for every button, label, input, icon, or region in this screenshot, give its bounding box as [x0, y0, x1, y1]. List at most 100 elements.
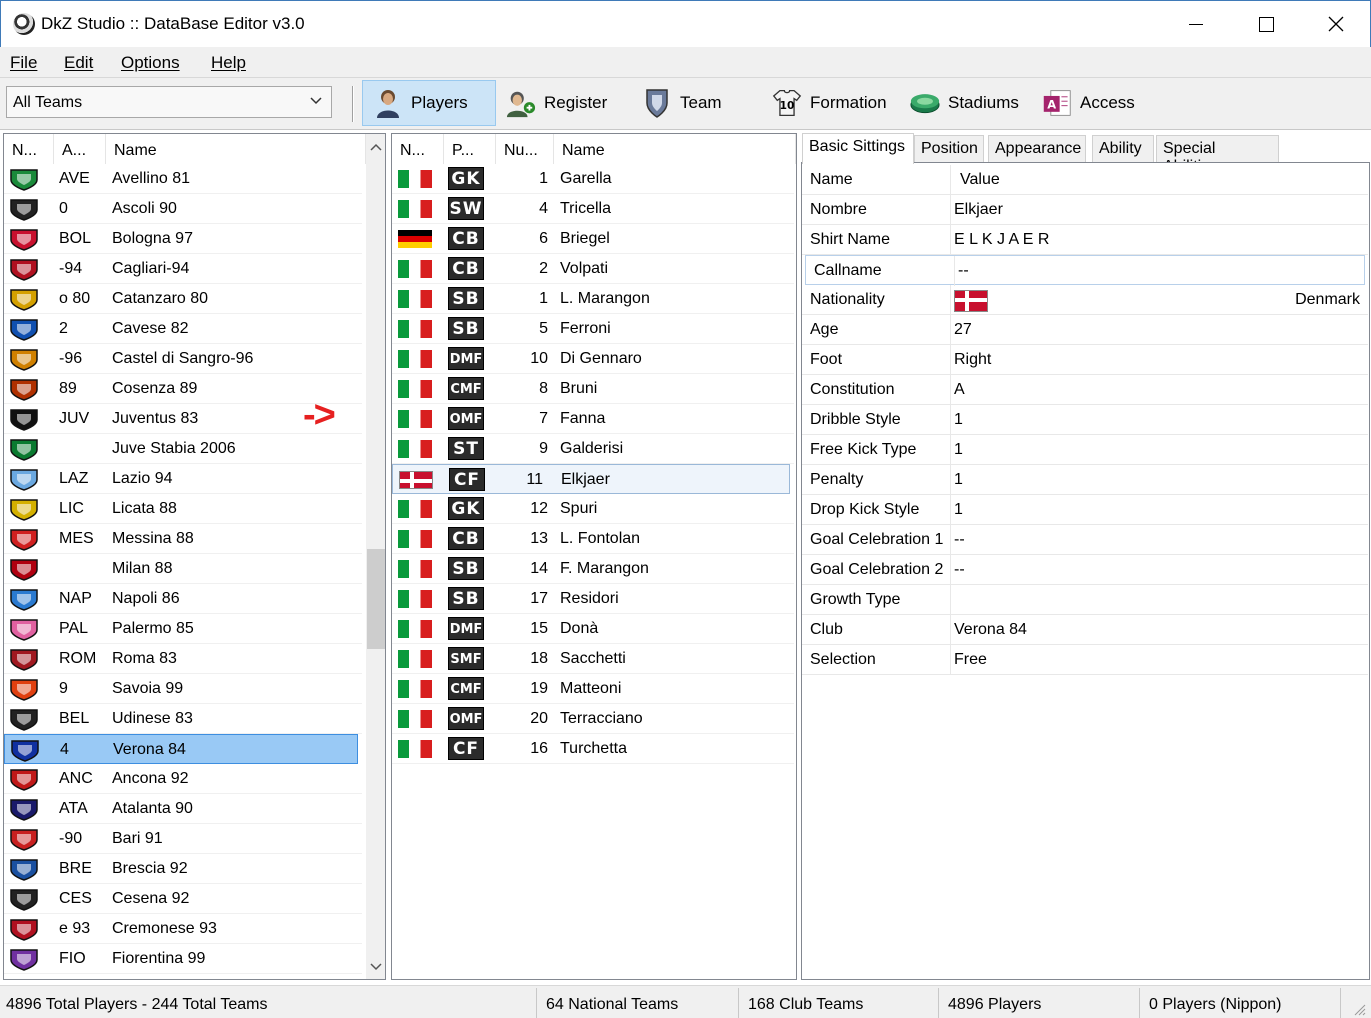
- minimize-button[interactable]: [1161, 1, 1231, 47]
- player-row[interactable]: CB 6 Briegel: [392, 224, 794, 254]
- resize-grip-icon[interactable]: [1352, 1002, 1366, 1016]
- teams-scroll-thumb[interactable]: [367, 549, 385, 649]
- player-row[interactable]: SB 17 Residori: [392, 584, 794, 614]
- register-button[interactable]: Register: [496, 80, 617, 126]
- team-row[interactable]: ATA Atalanta 90: [4, 794, 362, 824]
- nation-flag-icon: [398, 500, 432, 518]
- player-row[interactable]: SB 14 F. Marangon: [392, 554, 794, 584]
- tab-basic-sittings[interactable]: Basic Sittings: [802, 133, 914, 164]
- team-row[interactable]: 4 Verona 84: [4, 734, 358, 764]
- team-row[interactable]: BOL Bologna 97: [4, 224, 362, 254]
- players-col-number[interactable]: Nu...: [496, 134, 554, 164]
- team-filter-dropdown[interactable]: All Teams: [6, 86, 332, 118]
- property-row[interactable]: Nationality Denmark: [802, 285, 1368, 315]
- property-row[interactable]: Growth Type: [802, 585, 1368, 615]
- team-row[interactable]: o 80 Catanzaro 80: [4, 284, 362, 314]
- property-row[interactable]: Foot Right: [802, 345, 1368, 375]
- team-row[interactable]: -90 Bari 91: [4, 824, 362, 854]
- team-row[interactable]: LAZ Lazio 94: [4, 464, 362, 494]
- teams-list[interactable]: N... A... Name AVE Avellino 81 0 Ascoli 90 B…: [3, 133, 386, 980]
- player-row[interactable]: CMF 19 Matteoni: [392, 674, 794, 704]
- team-row[interactable]: 9 Savoia 99: [4, 674, 362, 704]
- teams-scrollbar[interactable]: [366, 134, 385, 979]
- stadiums-button[interactable]: Stadiums: [900, 80, 1029, 126]
- menu-file[interactable]: File: [10, 53, 37, 73]
- team-row[interactable]: MES Messina 88: [4, 524, 362, 554]
- player-row[interactable]: GK 1 Garella: [392, 164, 794, 194]
- team-row[interactable]: FIO Fiorentina 99: [4, 944, 362, 974]
- teams-col-abbr[interactable]: A...: [54, 134, 106, 164]
- team-name: Savoia 99: [112, 680, 184, 697]
- property-row[interactable]: Shirt Name E L K J A E R: [802, 225, 1368, 255]
- players-col-name[interactable]: Name: [554, 134, 796, 164]
- close-button[interactable]: [1301, 1, 1371, 47]
- player-row[interactable]: CMF 8 Bruni: [392, 374, 794, 404]
- tab-ability[interactable]: Ability: [1092, 135, 1154, 163]
- property-row[interactable]: Goal Celebration 2 --: [802, 555, 1368, 585]
- player-row[interactable]: OMF 7 Fanna: [392, 404, 794, 434]
- player-row[interactable]: DMF 15 Donà: [392, 614, 794, 644]
- team-row[interactable]: BRE Brescia 92: [4, 854, 362, 884]
- player-row[interactable]: CF 16 Turchetta: [392, 734, 794, 764]
- team-row[interactable]: PAL Palermo 85: [4, 614, 362, 644]
- player-row[interactable]: SW 4 Tricella: [392, 194, 794, 224]
- scroll-up-icon[interactable]: [370, 142, 382, 152]
- players-list[interactable]: N... P... Nu... Name GK 1 Garella SW 4 Tricel…: [391, 133, 797, 980]
- property-row[interactable]: Constitution A: [802, 375, 1368, 405]
- team-row[interactable]: AVE Avellino 81: [4, 164, 362, 194]
- team-name: Fiorentina 99: [112, 950, 206, 967]
- team-row[interactable]: e 93 Cremonese 93: [4, 914, 362, 944]
- player-row[interactable]: OMF 20 Terracciano: [392, 704, 794, 734]
- team-row[interactable]: NAP Napoli 86: [4, 584, 362, 614]
- team-row[interactable]: Milan 88: [4, 554, 362, 584]
- player-row[interactable]: SMF 18 Sacchetti: [392, 644, 794, 674]
- team-row[interactable]: -96 Castel di Sangro-96: [4, 344, 362, 374]
- player-row[interactable]: SB 1 L. Marangon: [392, 284, 794, 314]
- property-row[interactable]: Penalty 1: [802, 465, 1368, 495]
- menu-edit[interactable]: Edit: [64, 53, 93, 73]
- player-row[interactable]: SB 5 Ferroni: [392, 314, 794, 344]
- property-row[interactable]: Nombre Elkjaer: [802, 195, 1368, 225]
- property-row[interactable]: Goal Celebration 1 --: [802, 525, 1368, 555]
- team-row[interactable]: ANC Ancona 92: [4, 764, 362, 794]
- team-name: Verona 84: [113, 741, 186, 758]
- access-button[interactable]: A Access: [1032, 80, 1145, 126]
- scroll-down-icon[interactable]: [370, 962, 382, 972]
- tab-appearance[interactable]: Appearance: [988, 135, 1086, 163]
- team-row[interactable]: Juve Stabia 2006: [4, 434, 362, 464]
- players-col-position[interactable]: P...: [444, 134, 496, 164]
- menu-options[interactable]: Options: [121, 53, 180, 73]
- teams-col-nation[interactable]: N...: [4, 134, 54, 164]
- team-row[interactable]: 0 Ascoli 90: [4, 194, 362, 224]
- player-row[interactable]: CB 2 Volpati: [392, 254, 794, 284]
- team-row[interactable]: CES Cesena 92: [4, 884, 362, 914]
- property-row[interactable]: Callname --: [805, 255, 1365, 286]
- tab-special-abilities[interactable]: Special Abilities: [1156, 135, 1279, 175]
- team-row[interactable]: LIC Licata 88: [4, 494, 362, 524]
- property-row[interactable]: Dribble Style 1: [802, 405, 1368, 435]
- team-name: Milan 88: [112, 560, 173, 577]
- property-row[interactable]: Drop Kick Style 1: [802, 495, 1368, 525]
- players-button[interactable]: Players: [362, 80, 496, 126]
- property-row[interactable]: Age 27: [802, 315, 1368, 345]
- team-button[interactable]: Team: [632, 80, 732, 126]
- player-row[interactable]: CB 13 L. Fontolan: [392, 524, 794, 554]
- team-row[interactable]: 2 Cavese 82: [4, 314, 362, 344]
- menu-help[interactable]: Help: [211, 53, 246, 73]
- maximize-button[interactable]: [1231, 1, 1301, 47]
- players-col-nation[interactable]: N...: [392, 134, 444, 164]
- property-row[interactable]: Free Kick Type 1: [802, 435, 1368, 465]
- formation-button[interactable]: 10 Formation: [762, 80, 897, 126]
- team-row[interactable]: BEL Udinese 83: [4, 704, 362, 734]
- team-row[interactable]: -94 Cagliari-94: [4, 254, 362, 284]
- tab-position[interactable]: Position: [914, 135, 984, 163]
- property-row[interactable]: Club Verona 84: [802, 615, 1368, 645]
- player-row[interactable]: ST 9 Galderisi: [392, 434, 794, 464]
- player-row[interactable]: CF 11 Elkjaer: [392, 464, 790, 494]
- property-row[interactable]: Selection Free: [802, 645, 1368, 675]
- teams-col-name[interactable]: Name: [106, 134, 366, 164]
- player-row[interactable]: DMF 10 Di Gennaro: [392, 344, 794, 374]
- team-row[interactable]: ROM Roma 83: [4, 644, 362, 674]
- property-value: --: [954, 561, 965, 578]
- player-row[interactable]: GK 12 Spuri: [392, 494, 794, 524]
